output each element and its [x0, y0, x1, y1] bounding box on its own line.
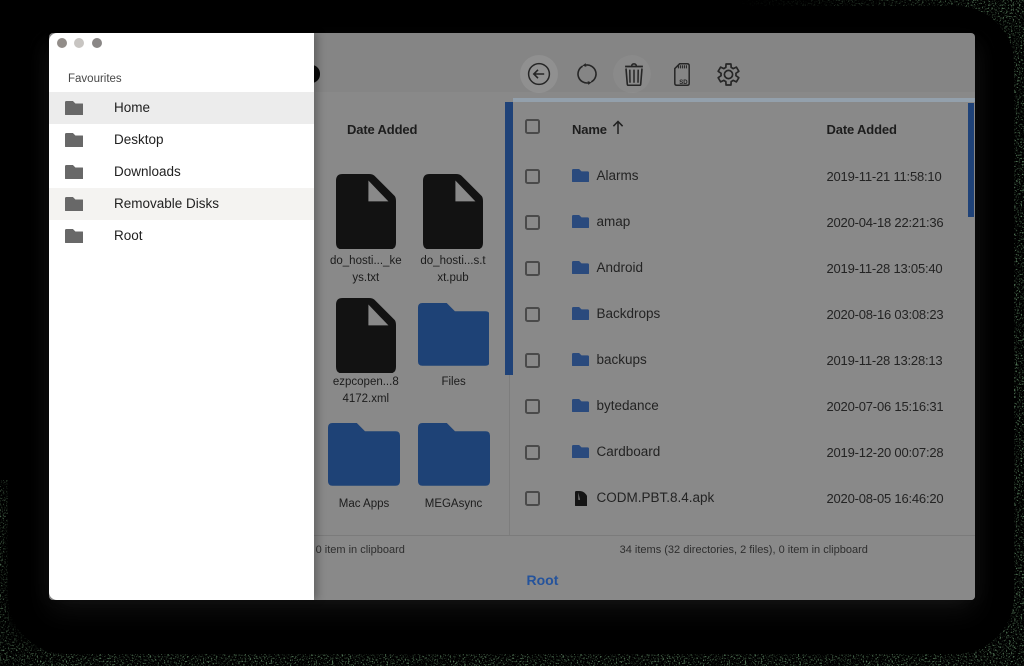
svg-text:SD: SD	[679, 80, 688, 86]
